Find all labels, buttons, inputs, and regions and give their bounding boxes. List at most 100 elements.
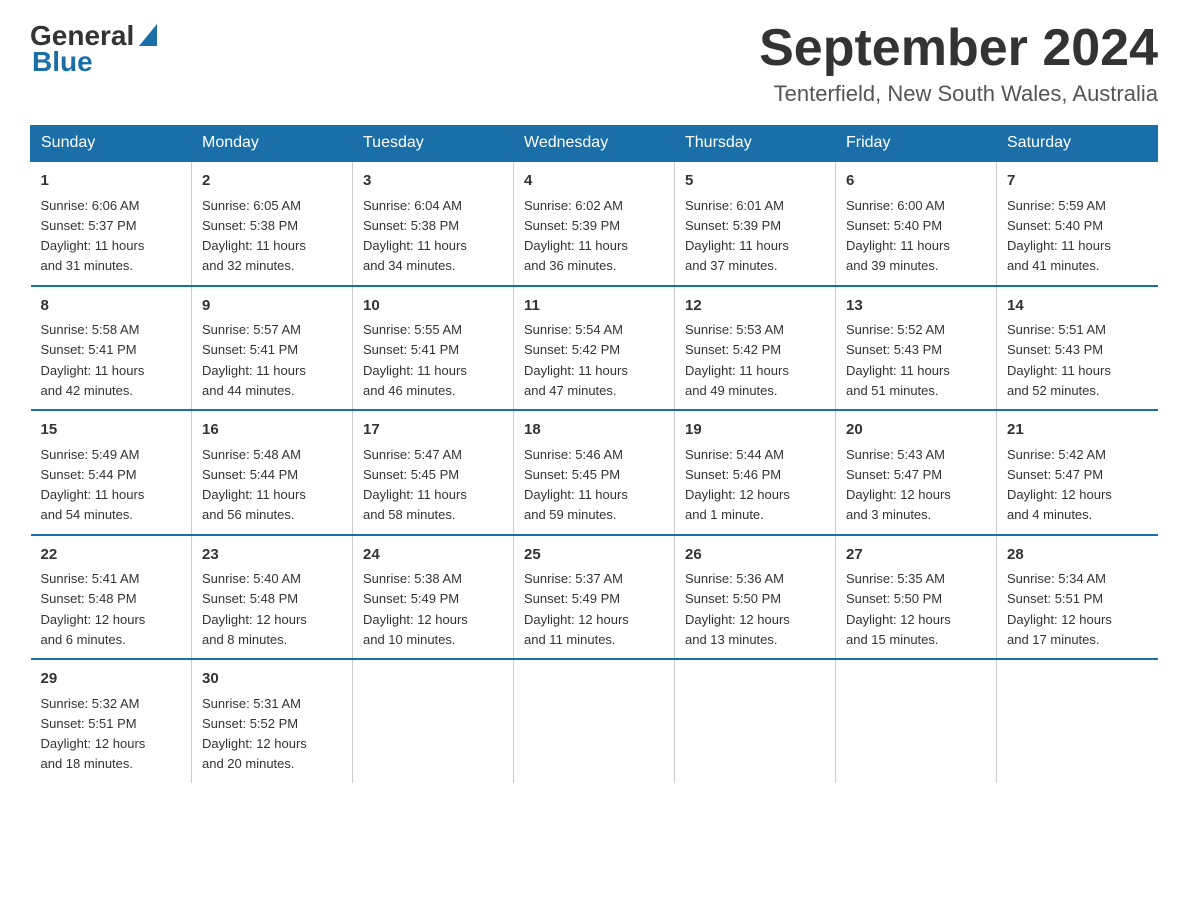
- day-number: 5: [685, 170, 825, 193]
- day-number: 19: [685, 419, 825, 442]
- day-number: 22: [41, 544, 182, 567]
- day-sun-info: Sunrise: 5:47 AM Sunset: 5:45 PM Dayligh…: [363, 447, 467, 523]
- calendar-day-cell: 25 Sunrise: 5:37 AM Sunset: 5:49 PM Dayli…: [514, 535, 675, 660]
- day-number: 8: [41, 295, 182, 318]
- calendar-day-cell: 13 Sunrise: 5:52 AM Sunset: 5:43 PM Dayli…: [836, 286, 997, 411]
- calendar-table: SundayMondayTuesdayWednesdayThursdayFrid…: [30, 125, 1158, 783]
- calendar-day-cell: 10 Sunrise: 5:55 AM Sunset: 5:41 PM Dayli…: [353, 286, 514, 411]
- calendar-day-cell: 5 Sunrise: 6:01 AM Sunset: 5:39 PM Daylig…: [675, 161, 836, 286]
- day-sun-info: Sunrise: 5:35 AM Sunset: 5:50 PM Dayligh…: [846, 571, 951, 647]
- day-sun-info: Sunrise: 5:55 AM Sunset: 5:41 PM Dayligh…: [363, 322, 467, 398]
- calendar-day-cell: 22 Sunrise: 5:41 AM Sunset: 5:48 PM Dayli…: [31, 535, 192, 660]
- day-sun-info: Sunrise: 5:38 AM Sunset: 5:49 PM Dayligh…: [363, 571, 468, 647]
- calendar-day-cell: [836, 659, 997, 783]
- day-number: 10: [363, 295, 503, 318]
- day-number: 26: [685, 544, 825, 567]
- day-number: 28: [1007, 544, 1148, 567]
- month-year-title: September 2024: [759, 20, 1158, 77]
- calendar-day-cell: 21Sunrise: 5:42 AM Sunset: 5:47 PM Dayli…: [997, 410, 1158, 535]
- calendar-day-cell: 29 Sunrise: 5:32 AM Sunset: 5:51 PM Dayli…: [31, 659, 192, 783]
- day-number: 25: [524, 544, 664, 567]
- day-number: 14: [1007, 295, 1148, 318]
- calendar-week-row: 22 Sunrise: 5:41 AM Sunset: 5:48 PM Dayli…: [31, 535, 1158, 660]
- day-number: 6: [846, 170, 986, 193]
- calendar-day-cell: 12Sunrise: 5:53 AM Sunset: 5:42 PM Dayli…: [675, 286, 836, 411]
- title-section: September 2024 Tenterfield, New South Wa…: [759, 20, 1158, 107]
- day-sun-info: Sunrise: 5:58 AM Sunset: 5:41 PM Dayligh…: [41, 322, 145, 398]
- day-sun-info: Sunrise: 5:54 AM Sunset: 5:42 PM Dayligh…: [524, 322, 628, 398]
- day-of-week-header: Friday: [836, 126, 997, 162]
- calendar-day-cell: 2 Sunrise: 6:05 AM Sunset: 5:38 PM Daylig…: [192, 161, 353, 286]
- day-of-week-header: Sunday: [31, 126, 192, 162]
- day-sun-info: Sunrise: 5:48 AM Sunset: 5:44 PM Dayligh…: [202, 447, 306, 523]
- day-sun-info: Sunrise: 5:52 AM Sunset: 5:43 PM Dayligh…: [846, 322, 950, 398]
- day-number: 30: [202, 668, 342, 691]
- calendar-day-cell: 4 Sunrise: 6:02 AM Sunset: 5:39 PM Daylig…: [514, 161, 675, 286]
- day-sun-info: Sunrise: 6:04 AM Sunset: 5:38 PM Dayligh…: [363, 198, 467, 274]
- day-sun-info: Sunrise: 6:00 AM Sunset: 5:40 PM Dayligh…: [846, 198, 950, 274]
- day-of-week-header: Wednesday: [514, 126, 675, 162]
- day-number: 13: [846, 295, 986, 318]
- day-number: 4: [524, 170, 664, 193]
- day-number: 9: [202, 295, 342, 318]
- day-number: 23: [202, 544, 342, 567]
- location-text: Tenterfield, New South Wales, Australia: [759, 81, 1158, 107]
- day-number: 29: [41, 668, 182, 691]
- calendar-day-cell: [997, 659, 1158, 783]
- day-number: 2: [202, 170, 342, 193]
- calendar-day-cell: 23 Sunrise: 5:40 AM Sunset: 5:48 PM Dayli…: [192, 535, 353, 660]
- day-sun-info: Sunrise: 5:40 AM Sunset: 5:48 PM Dayligh…: [202, 571, 307, 647]
- calendar-day-cell: 14 Sunrise: 5:51 AM Sunset: 5:43 PM Dayli…: [997, 286, 1158, 411]
- day-number: 20: [846, 419, 986, 442]
- calendar-day-cell: [514, 659, 675, 783]
- day-sun-info: Sunrise: 5:37 AM Sunset: 5:49 PM Dayligh…: [524, 571, 629, 647]
- calendar-day-cell: 6 Sunrise: 6:00 AM Sunset: 5:40 PM Daylig…: [836, 161, 997, 286]
- calendar-day-cell: 26 Sunrise: 5:36 AM Sunset: 5:50 PM Dayli…: [675, 535, 836, 660]
- day-number: 16: [202, 419, 342, 442]
- day-sun-info: Sunrise: 5:42 AM Sunset: 5:47 PM Dayligh…: [1007, 447, 1112, 523]
- calendar-day-cell: 24 Sunrise: 5:38 AM Sunset: 5:49 PM Dayli…: [353, 535, 514, 660]
- day-sun-info: Sunrise: 5:46 AM Sunset: 5:45 PM Dayligh…: [524, 447, 628, 523]
- calendar-day-cell: 20 Sunrise: 5:43 AM Sunset: 5:47 PM Dayli…: [836, 410, 997, 535]
- logo-arrow-icon: [139, 21, 157, 53]
- day-of-week-header: Thursday: [675, 126, 836, 162]
- logo-blue-text: Blue: [30, 46, 93, 78]
- calendar-day-cell: 19 Sunrise: 5:44 AM Sunset: 5:46 PM Dayli…: [675, 410, 836, 535]
- calendar-day-cell: 30 Sunrise: 5:31 AM Sunset: 5:52 PM Dayli…: [192, 659, 353, 783]
- day-sun-info: Sunrise: 5:31 AM Sunset: 5:52 PM Dayligh…: [202, 696, 307, 772]
- day-number: 27: [846, 544, 986, 567]
- day-sun-info: Sunrise: 5:57 AM Sunset: 5:41 PM Dayligh…: [202, 322, 306, 398]
- day-sun-info: Sunrise: 5:36 AM Sunset: 5:50 PM Dayligh…: [685, 571, 790, 647]
- calendar-week-row: 29 Sunrise: 5:32 AM Sunset: 5:51 PM Dayli…: [31, 659, 1158, 783]
- page-header: General Blue September 2024 Tenterfield,…: [30, 20, 1158, 107]
- calendar-day-cell: 28 Sunrise: 5:34 AM Sunset: 5:51 PM Dayli…: [997, 535, 1158, 660]
- day-number: 7: [1007, 170, 1148, 193]
- day-of-week-header: Saturday: [997, 126, 1158, 162]
- calendar-day-cell: 9 Sunrise: 5:57 AM Sunset: 5:41 PM Daylig…: [192, 286, 353, 411]
- day-sun-info: Sunrise: 5:41 AM Sunset: 5:48 PM Dayligh…: [41, 571, 146, 647]
- calendar-day-cell: 18 Sunrise: 5:46 AM Sunset: 5:45 PM Dayli…: [514, 410, 675, 535]
- day-sun-info: Sunrise: 6:06 AM Sunset: 5:37 PM Dayligh…: [41, 198, 145, 274]
- calendar-day-cell: 8 Sunrise: 5:58 AM Sunset: 5:41 PM Daylig…: [31, 286, 192, 411]
- calendar-day-cell: 16 Sunrise: 5:48 AM Sunset: 5:44 PM Dayli…: [192, 410, 353, 535]
- day-sun-info: Sunrise: 5:44 AM Sunset: 5:46 PM Dayligh…: [685, 447, 790, 523]
- day-of-week-header: Monday: [192, 126, 353, 162]
- calendar-day-cell: 7Sunrise: 5:59 AM Sunset: 5:40 PM Daylig…: [997, 161, 1158, 286]
- day-of-week-header: Tuesday: [353, 126, 514, 162]
- day-sun-info: Sunrise: 5:32 AM Sunset: 5:51 PM Dayligh…: [41, 696, 146, 772]
- calendar-day-cell: 11 Sunrise: 5:54 AM Sunset: 5:42 PM Dayli…: [514, 286, 675, 411]
- calendar-week-row: 8 Sunrise: 5:58 AM Sunset: 5:41 PM Daylig…: [31, 286, 1158, 411]
- day-sun-info: Sunrise: 6:01 AM Sunset: 5:39 PM Dayligh…: [685, 198, 789, 274]
- day-sun-info: Sunrise: 6:05 AM Sunset: 5:38 PM Dayligh…: [202, 198, 306, 274]
- calendar-header-row: SundayMondayTuesdayWednesdayThursdayFrid…: [31, 126, 1158, 162]
- day-sun-info: Sunrise: 5:34 AM Sunset: 5:51 PM Dayligh…: [1007, 571, 1112, 647]
- day-sun-info: Sunrise: 6:02 AM Sunset: 5:39 PM Dayligh…: [524, 198, 628, 274]
- day-sun-info: Sunrise: 5:51 AM Sunset: 5:43 PM Dayligh…: [1007, 322, 1111, 398]
- day-sun-info: Sunrise: 5:43 AM Sunset: 5:47 PM Dayligh…: [846, 447, 951, 523]
- day-number: 24: [363, 544, 503, 567]
- day-number: 11: [524, 295, 664, 318]
- day-number: 15: [41, 419, 182, 442]
- day-number: 18: [524, 419, 664, 442]
- logo: General Blue: [30, 20, 157, 78]
- calendar-day-cell: 1Sunrise: 6:06 AM Sunset: 5:37 PM Daylig…: [31, 161, 192, 286]
